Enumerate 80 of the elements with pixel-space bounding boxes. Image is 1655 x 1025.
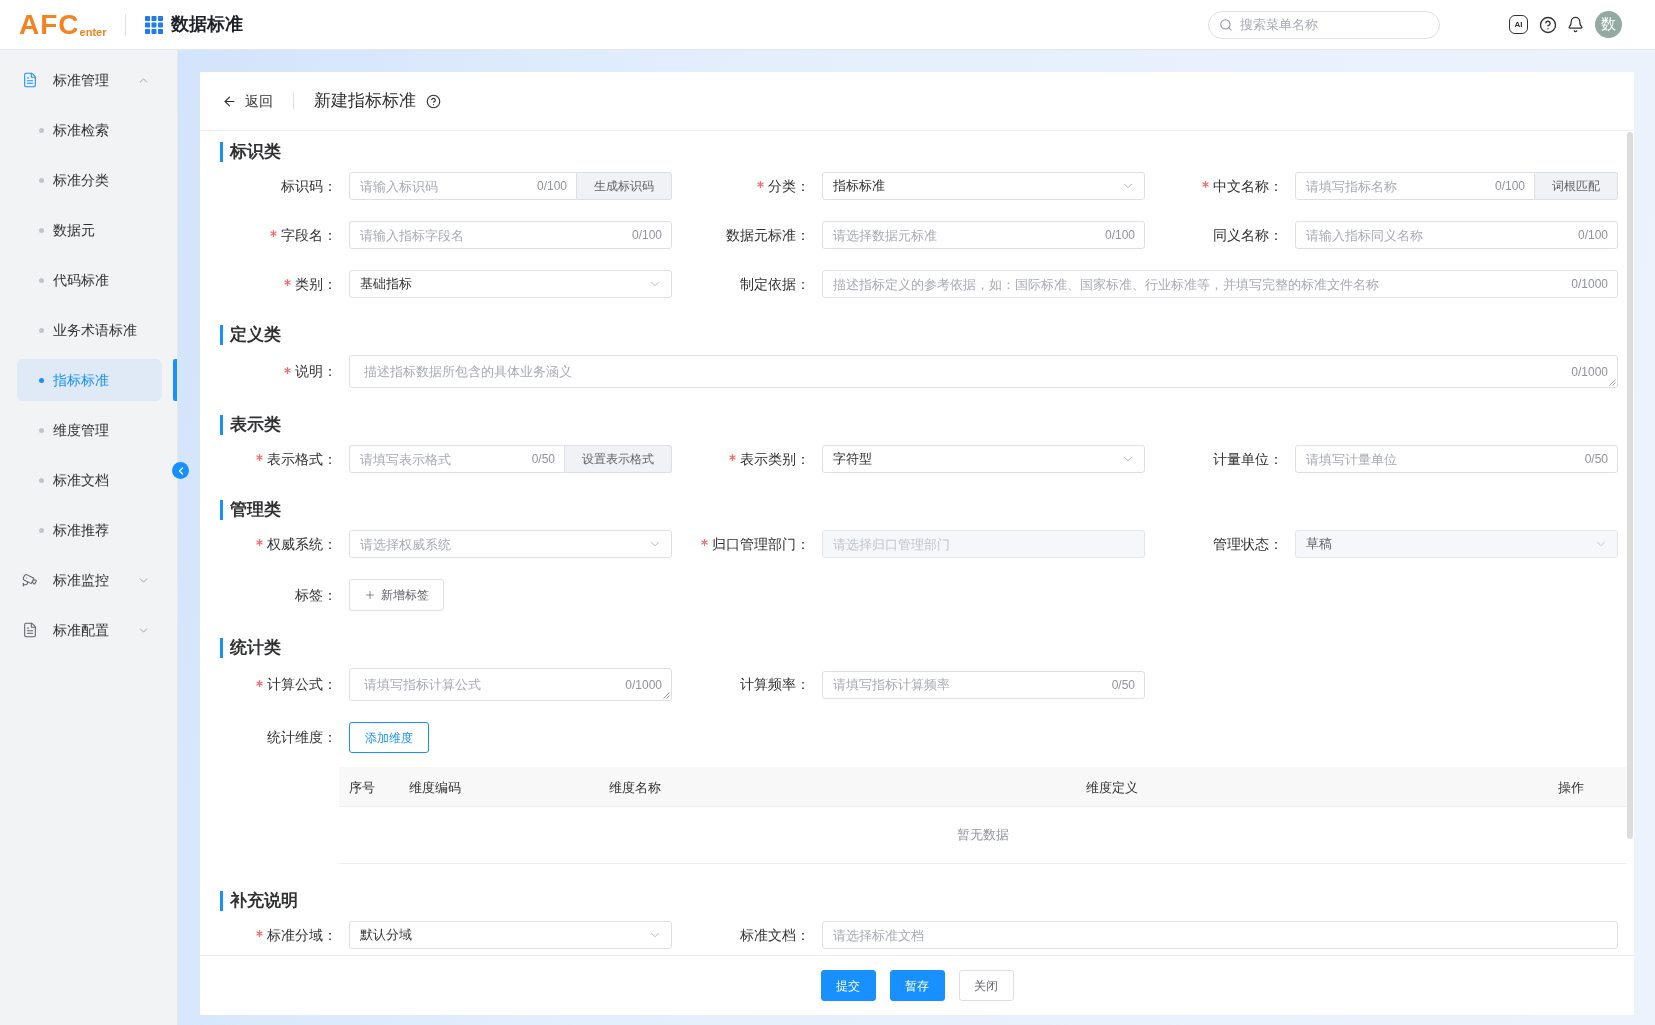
sidebar-item[interactable]: 业务术语标准 — [17, 309, 162, 351]
sidebar-item[interactable]: 标准检索 — [17, 109, 162, 151]
search-icon — [1219, 17, 1233, 32]
field-label: 计量单位： — [1213, 449, 1283, 469]
sidebar-item[interactable]: 标准分类 — [17, 159, 162, 201]
sidebar-item[interactable]: 标准推荐 — [17, 509, 162, 551]
character-counter: 0/50 — [1584, 451, 1608, 468]
field-label: 说明： — [295, 362, 337, 381]
close-button[interactable]: 关闭 — [958, 970, 1014, 1001]
sidebar-group-item[interactable]: 标准配置 — [0, 605, 177, 655]
character-counter: 0/1000 — [625, 676, 662, 694]
character-counter: 0/1000 — [1571, 276, 1608, 293]
select-field[interactable]: 基础指标 — [349, 270, 672, 298]
field-label: 制定依据： — [740, 274, 810, 294]
scrollbar-thumb[interactable] — [1627, 132, 1633, 839]
append-button[interactable]: 词根匹配 — [1535, 172, 1618, 200]
active-indicator — [173, 359, 177, 401]
field-label: 表示类别： — [740, 449, 810, 469]
app-title: 数据标准 — [171, 13, 244, 36]
document-icon — [22, 72, 38, 88]
character-counter: 0/100 — [1577, 227, 1608, 244]
empty-state-text: 暂无数据 — [957, 826, 1009, 845]
sidebar-item[interactable]: 标准文档 — [17, 459, 162, 501]
add-tag-button[interactable]: 新增标签 — [349, 579, 444, 611]
field-label: 标准文档： — [740, 925, 810, 945]
field-label: 数据元标准： — [726, 225, 810, 245]
field-label: 计算频率： — [740, 675, 810, 694]
sidebar-item[interactable]: 维度管理 — [17, 409, 162, 451]
search-field[interactable]: 搜索菜单名称 — [1208, 10, 1440, 39]
help-icon[interactable] — [1539, 15, 1557, 34]
field-label: 统计维度： — [267, 728, 337, 747]
field-label: 标签： — [295, 585, 337, 605]
section-heading: 补充说明 — [220, 891, 1634, 911]
column-header: 维度定义 — [1086, 779, 1138, 795]
field-label: 分类： — [768, 176, 810, 196]
page-title: 新建指标标准 — [314, 90, 416, 113]
field-label: 权威系统： — [267, 534, 337, 554]
column-header: 操作 — [1558, 779, 1584, 795]
back-button[interactable]: 返回 — [222, 90, 273, 112]
select-field[interactable]: 字符型 — [822, 445, 1145, 473]
character-counter: 0/100 — [1104, 227, 1135, 244]
resize-handle-icon[interactable] — [663, 692, 670, 699]
field-label: 计算公式： — [267, 675, 337, 694]
character-counter: 0/100 — [1494, 178, 1525, 195]
field-label: 中文名称： — [1213, 176, 1283, 196]
sidebar-group-item[interactable]: 标准监控 — [0, 555, 177, 605]
field-label: 标准分域： — [267, 925, 337, 945]
append-button[interactable]: 生成标识码 — [577, 172, 672, 200]
help-icon[interactable] — [426, 93, 441, 109]
character-counter: 0/1000 — [1571, 363, 1608, 381]
select-field[interactable]: 请选择权威系统 — [349, 530, 672, 558]
character-counter: 0/100 — [536, 178, 567, 195]
character-counter: 0/100 — [631, 227, 662, 244]
notification-bell-icon[interactable] — [1567, 16, 1584, 33]
field-label: 表示格式： — [267, 449, 337, 469]
camera-icon — [22, 572, 38, 588]
field-label: 类别： — [295, 274, 337, 294]
sidebar-item[interactable]: 代码标准 — [17, 259, 162, 301]
text-field[interactable]: 请选择标准文档 — [822, 921, 1618, 949]
grid-icon[interactable] — [145, 15, 164, 34]
character-counter: 0/50 — [1111, 676, 1135, 694]
collapse-sidebar-button[interactable] — [172, 462, 189, 479]
select-field[interactable]: 默认分域 — [349, 921, 672, 949]
field-label: 同义名称： — [1213, 225, 1283, 245]
field-label: 归口管理部门： — [712, 534, 810, 554]
plus-icon — [364, 589, 376, 601]
field-label: 标识码： — [281, 176, 337, 196]
select-field[interactable]: 指标标准 — [822, 172, 1145, 200]
field-label: 管理状态： — [1213, 534, 1283, 554]
sidebar-group-item[interactable]: 标准管理 — [0, 55, 177, 105]
column-header: 维度名称 — [609, 779, 661, 795]
ai-assistant-button[interactable]: AI — [1509, 15, 1528, 34]
character-counter: 0/50 — [531, 451, 555, 468]
sidebar-item[interactable]: 数据元 — [17, 209, 162, 251]
column-header: 序号 — [349, 779, 375, 795]
resize-handle-icon[interactable] — [1609, 379, 1616, 386]
document-icon — [22, 622, 38, 638]
column-header: 维度编码 — [409, 779, 461, 795]
append-button[interactable]: 设置表示格式 — [565, 445, 672, 473]
field-label: 字段名： — [281, 225, 337, 245]
